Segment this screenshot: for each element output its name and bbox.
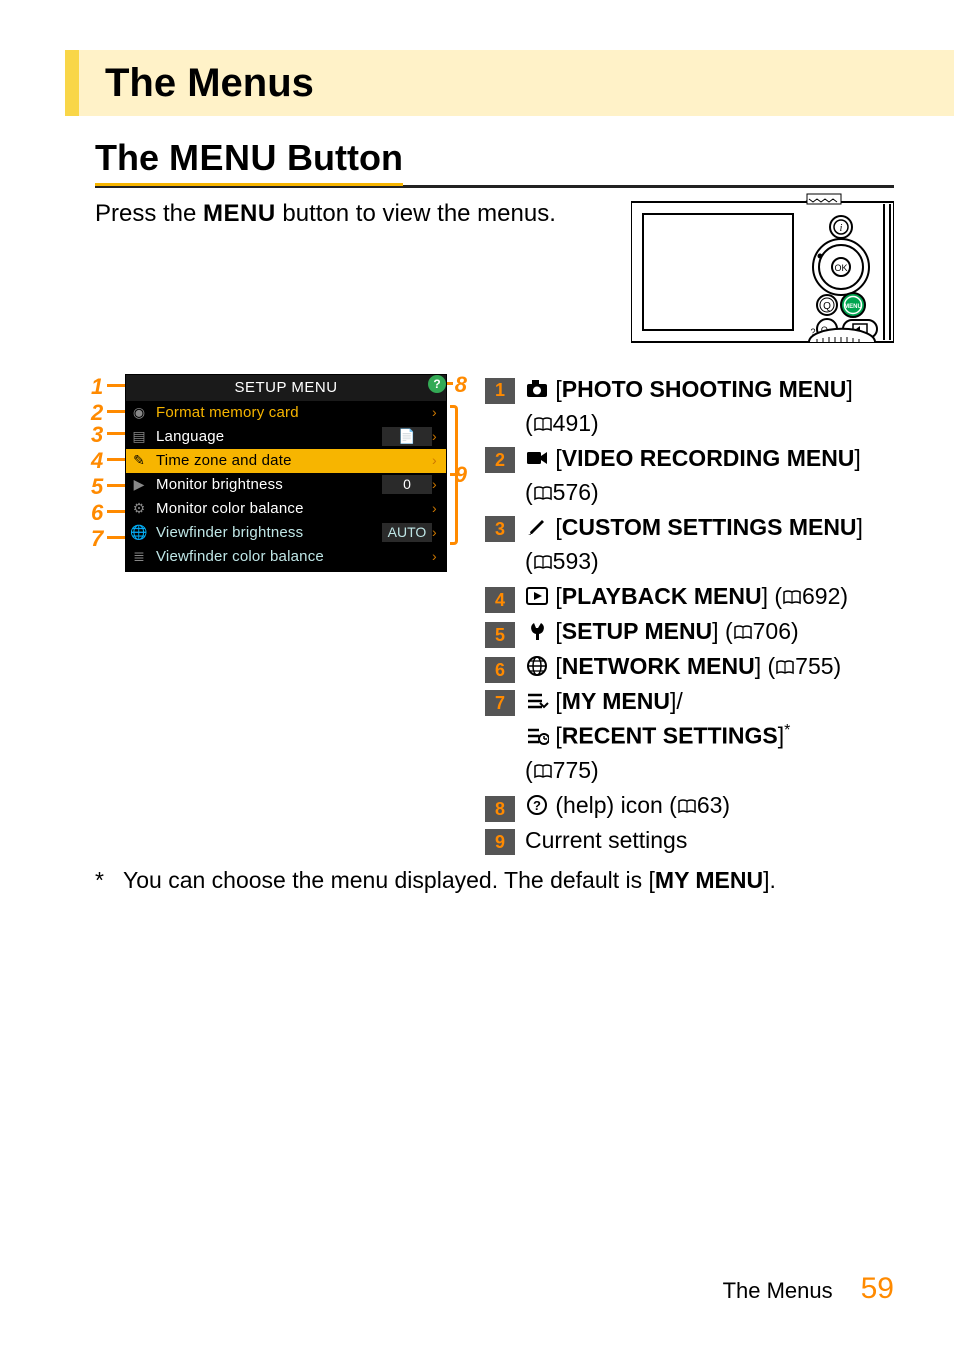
svg-text:i: i [840, 223, 843, 234]
screenshot-row-label: Monitor color balance [152, 499, 382, 519]
footnote-prefix: You can choose the menu displayed. The d… [123, 867, 655, 893]
legend-number: 4 [485, 587, 515, 613]
legend-text: [SETUP MENU] (706) [525, 616, 799, 650]
screenshot-row-label: Time zone and date [152, 451, 382, 471]
footnote-bold: MY MENU [655, 867, 763, 893]
legend-row: 2 [VIDEO RECORDING MENU](576) [485, 443, 894, 511]
book-icon [733, 619, 753, 650]
menu-screenshot-block: 1 2 3 4 5 6 7 ▶ ▶ ▶ ▶ ▶ ▶ ▶ 8 9 ? SETUP … [95, 374, 467, 572]
legend-row: 8 ? (help) icon (63) [485, 790, 894, 824]
help-icon: ? [525, 793, 549, 824]
svg-text:MENU: MENU [844, 304, 862, 310]
heading-menu-word: MENU [169, 137, 277, 178]
footer-label: The Menus [723, 1276, 833, 1306]
legend-text: ? (help) icon (63) [525, 790, 730, 824]
footnote: * You can choose the menu displayed. The… [95, 865, 894, 896]
callout-8: 8 [455, 370, 467, 400]
legend-text: [NETWORK MENU] (755) [525, 651, 841, 685]
intro-text: Press the MENU button to view the menus. [95, 198, 631, 230]
screenshot-row: ▶Monitor brightness0› [126, 473, 446, 497]
legend-number: 2 [485, 447, 515, 473]
screenshot-row: ✎Time zone and date› [126, 449, 446, 473]
title-accent-bar [65, 50, 79, 116]
legend-row: 4 [PLAYBACK MENU] (692) [485, 581, 894, 615]
legend-row: 3 [CUSTOM SETTINGS MENU](593) [485, 512, 894, 580]
screenshot-row-label: Format memory card [152, 403, 382, 423]
legend-number: 7 [485, 690, 515, 716]
screenshot-row: ◉Format memory card› [126, 401, 446, 425]
book-icon [533, 758, 553, 789]
legend-number: 3 [485, 516, 515, 542]
heading-prefix: The [95, 137, 169, 178]
legend-row: 6 [NETWORK MENU] (755) [485, 651, 894, 685]
legend-number: 6 [485, 657, 515, 683]
legend-number: 8 [485, 796, 515, 822]
book-icon [677, 793, 697, 824]
legend-text: [MY MENU]/ [RECENT SETTINGS]*(775) [525, 686, 790, 789]
legend-number: 1 [485, 378, 515, 404]
mymenu-icon [525, 689, 549, 720]
screenshot-row-label: Monitor brightness [152, 475, 382, 495]
book-icon [782, 584, 802, 615]
intro-suffix: button to view the menus. [276, 200, 556, 227]
section-heading: The MENU Button [95, 134, 894, 188]
page-title: The Menus [105, 56, 954, 110]
page-title-block: The Menus [65, 50, 954, 116]
legend-number: 5 [485, 622, 515, 648]
screenshot-row: ⚙Monitor color balance› [126, 497, 446, 521]
intro-menu-word: MENU [203, 200, 276, 227]
legend-text: [VIDEO RECORDING MENU](576) [525, 443, 861, 511]
screenshot-row: 🌐Viewfinder brightnessAUTO› [126, 521, 446, 545]
footer-page-number: 59 [861, 1269, 894, 1310]
screenshot-row-label: Language [152, 427, 382, 447]
legend: 1 [PHOTO SHOOTING MENU](491)2 [VIDEO REC… [485, 374, 894, 857]
video-icon [525, 446, 549, 477]
footnote-suffix: ]. [763, 867, 776, 893]
help-badge: ? [426, 373, 448, 395]
legend-text: [CUSTOM SETTINGS MENU](593) [525, 512, 863, 580]
footnote-marker: * [95, 865, 115, 896]
legend-row: 5 [SETUP MENU] (706) [485, 616, 894, 650]
svg-text:OK: OK [834, 263, 847, 273]
globe-icon [525, 654, 549, 685]
intro-prefix: Press the [95, 200, 203, 227]
legend-text: [PLAYBACK MENU] (692) [525, 581, 848, 615]
svg-text:?: ? [433, 377, 440, 391]
heading-suffix: Button [277, 137, 403, 178]
camera-icon [525, 377, 549, 408]
wrench-icon [525, 619, 549, 650]
play-icon [525, 584, 549, 615]
screenshot-row: ▤Language📄› [126, 425, 446, 449]
screenshot-row: ≣Viewfinder color balance› [126, 545, 446, 569]
footnote-text: You can choose the menu displayed. The d… [123, 865, 776, 896]
page-footer: The Menus 59 [723, 1269, 894, 1310]
callout-7: 7 [91, 524, 103, 554]
legend-number: 9 [485, 829, 515, 855]
legend-text: [PHOTO SHOOTING MENU](491) [525, 374, 853, 442]
book-icon [533, 411, 553, 442]
recent-icon [525, 724, 549, 755]
svg-text:?: ? [533, 798, 541, 813]
book-icon [533, 549, 553, 580]
svg-text:Q: Q [823, 301, 831, 312]
legend-text: Current settings [525, 825, 687, 856]
screenshot-row-label: Viewfinder color balance [152, 547, 382, 567]
menu-screenshot: ? SETUP MENU ◉Format memory card›▤Langua… [125, 374, 447, 572]
screenshot-header: SETUP MENU [126, 375, 446, 401]
pencil-icon [525, 515, 549, 546]
book-icon [775, 654, 795, 685]
book-icon [533, 480, 553, 511]
legend-row: 7 [MY MENU]/ [RECENT SETTINGS]*(775) [485, 686, 894, 789]
legend-row: 9 Current settings [485, 825, 894, 856]
legend-row: 1 [PHOTO SHOOTING MENU](491) [485, 374, 894, 442]
screenshot-row-label: Viewfinder brightness [152, 523, 382, 543]
camera-illustration: OK i Q MENU Q− ? [631, 192, 894, 352]
